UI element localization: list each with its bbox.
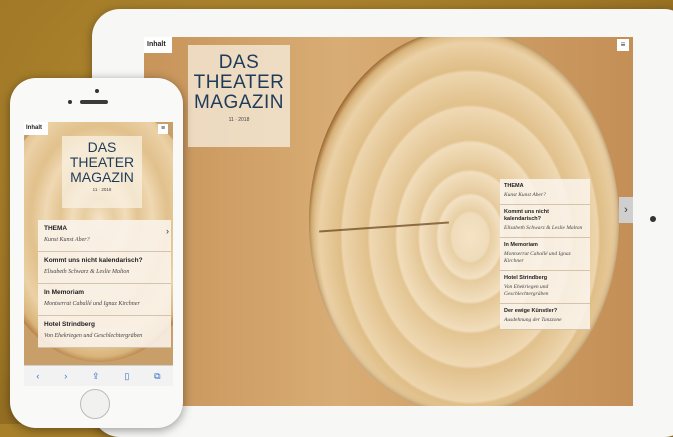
home-button[interactable] <box>80 389 110 419</box>
toc-item[interactable]: Der ewige Künstler? Ausdehnung der Tanzz… <box>500 304 590 330</box>
chevron-right-icon[interactable]: › <box>166 226 169 236</box>
toc-item[interactable]: Kommt uns nicht kalendarisch? Elisabeth … <box>38 252 171 284</box>
front-camera-icon <box>95 89 99 93</box>
title-line-3: MAGAZIN <box>70 169 134 185</box>
toc-subtitle: Elisabeth Schwarz & Leslie Malton <box>504 225 583 231</box>
toc-item[interactable]: THEMA Kunst Kunst Aber? › <box>38 220 171 252</box>
forward-icon[interactable]: › <box>64 371 67 381</box>
toc-subtitle: Kunst Kunst Aber? <box>44 237 90 243</box>
next-page-arrow-icon[interactable]: › <box>619 197 633 223</box>
toc-heading: In Memoriam <box>44 289 85 296</box>
inhalt-tab[interactable]: Inhalt <box>24 122 48 135</box>
title-line-1: DAS <box>87 139 117 155</box>
table-of-contents: THEMA Kunst Kunst Aber? Kommt uns nicht … <box>500 179 590 330</box>
toc-item[interactable]: THEMA Kunst Kunst Aber? <box>500 179 590 205</box>
earpiece-speaker <box>80 100 108 104</box>
share-icon[interactable]: ⇪ <box>92 371 100 382</box>
title-line-1: DAS <box>218 52 260 73</box>
title-line-2: THEATER <box>193 72 285 93</box>
inhalt-tab[interactable]: Inhalt <box>144 37 172 53</box>
toc-subtitle: Von Ehekriegen und Geschlechtergräben <box>504 284 549 297</box>
table-of-contents: THEMA Kunst Kunst Aber? › Kommt uns nich… <box>38 220 171 348</box>
ipad-camera <box>650 216 656 222</box>
toc-heading: THEMA <box>44 225 68 232</box>
toc-subtitle: Elisabeth Schwarz & Leslie Malton <box>44 269 130 275</box>
toc-subtitle: Kunst Kunst Aber? <box>504 192 546 198</box>
toc-item[interactable]: In Memoriam Montserrat Caballé und Ignaz… <box>500 238 590 271</box>
issue-date: 11 · 2018 <box>92 187 112 192</box>
toc-heading: Hotel Strindberg <box>504 275 548 281</box>
toc-subtitle: Von Ehekriegen und Geschlechtergräben <box>44 333 143 339</box>
toc-heading: Hotel Strindberg <box>44 321 95 328</box>
bookmarks-icon[interactable]: ▯ <box>124 371 129 382</box>
menu-icon[interactable]: ≡ <box>158 124 168 134</box>
toc-subtitle: Montserrat Caballé und Ignaz Kirchner <box>504 251 571 264</box>
issue-date: 11 · 2018 <box>228 117 250 123</box>
sensor-dot <box>68 100 72 104</box>
magazine-title: DAS THEATER MAGAZIN <box>62 140 142 185</box>
toc-heading: In Memoriam <box>504 242 538 248</box>
toc-item[interactable]: In Memoriam Montserrat Caballé und Ignaz… <box>38 284 171 316</box>
toc-heading: Kommt uns nicht kalendarisch? <box>504 209 549 222</box>
toc-item[interactable]: Hotel Strindberg Von Ehekriegen und Gesc… <box>500 271 590 304</box>
tabs-icon[interactable]: ⧉ <box>154 371 160 382</box>
magazine-title-block: DAS THEATER MAGAZIN 11 · 2018 <box>188 45 290 147</box>
ipad-screen: Inhalt ≡ DAS THEATER MAGAZIN 11 · 2018 T… <box>144 37 633 406</box>
toc-subtitle: Ausdehnung der Tanzzone <box>504 317 562 323</box>
menu-icon[interactable]: ≡ <box>617 39 629 51</box>
toc-heading: Kommt uns nicht kalendarisch? <box>44 257 143 264</box>
toc-subtitle: Montserrat Caballé und Ignaz Kirchner <box>44 301 140 307</box>
title-line-3: MAGAZIN <box>193 92 285 113</box>
back-icon[interactable]: ‹ <box>36 371 39 381</box>
toc-item[interactable]: Hotel Strindberg Von Ehekriegen und Gesc… <box>38 316 171 348</box>
magazine-title-block: DAS THEATER MAGAZIN 11 · 2018 <box>62 136 142 208</box>
toc-heading: Der ewige Künstler? <box>504 308 558 314</box>
toc-item[interactable]: Kommt uns nicht kalendarisch? Elisabeth … <box>500 205 590 238</box>
title-line-2: THEATER <box>69 154 135 170</box>
browser-toolbar: ‹ › ⇪ ▯ ⧉ <box>24 365 173 386</box>
magazine-title: DAS THEATER MAGAZIN <box>188 53 290 113</box>
toc-heading: THEMA <box>504 183 524 189</box>
iphone-screen: Inhalt ≡ DAS THEATER MAGAZIN 11 · 2018 T… <box>24 122 173 386</box>
